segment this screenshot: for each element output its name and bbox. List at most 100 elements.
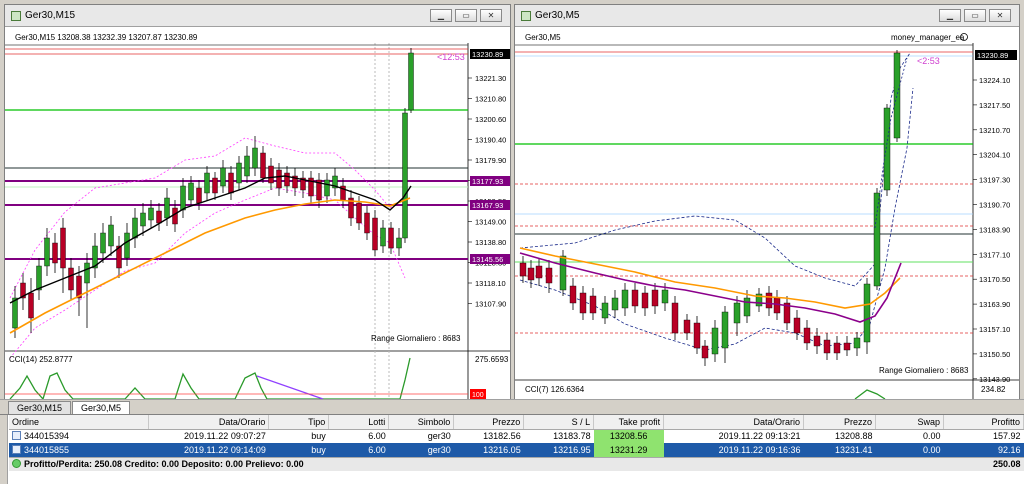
bear-candle xyxy=(28,292,34,319)
bear-candle xyxy=(765,292,773,309)
table-row[interactable]: 344015855 2019.11.22 09:14:09 buy 6.00 g… xyxy=(9,443,1024,457)
bull-candle xyxy=(733,302,741,324)
bear-candle xyxy=(156,210,162,224)
profit-cell: 157.92 xyxy=(992,431,1021,442)
close-button[interactable]: ✕ xyxy=(480,9,502,22)
bull-candle xyxy=(396,237,402,249)
price-tick-label: 13179.90 xyxy=(475,156,506,165)
price-tick-label: 13210.70 xyxy=(979,126,1010,135)
bear-candle xyxy=(527,267,535,281)
order-ticket: 344015855 xyxy=(24,444,70,455)
bull-candle xyxy=(893,52,901,139)
bull-candle xyxy=(252,147,258,169)
bear-candle xyxy=(773,297,781,314)
col-header-price[interactable]: Prezzo xyxy=(453,415,525,430)
bull-candle xyxy=(711,327,719,355)
bull-candle xyxy=(236,162,242,184)
bear-candle xyxy=(823,339,831,354)
minimize-button[interactable]: ▁ xyxy=(939,9,961,22)
bull-candle xyxy=(132,217,138,239)
bear-candle xyxy=(701,345,709,359)
col-header-sl[interactable]: S / L xyxy=(523,415,595,430)
swap-cell: 0.00 xyxy=(875,443,944,457)
chart-tabs: Ger30,M15 Ger30,M5 xyxy=(0,399,1024,414)
bull-candle xyxy=(36,265,42,291)
bull-candle xyxy=(863,283,871,343)
profit-cell: 92.16 xyxy=(943,443,1024,457)
bull-candle xyxy=(380,227,386,247)
window-titlebar[interactable]: Ger30,M5 ▁ ▭ ✕ xyxy=(515,5,1019,27)
chart-header-label: Ger30,M5 xyxy=(525,33,561,42)
col-header-profit[interactable]: Profitto xyxy=(943,415,1024,430)
price-tick-label: 13200.60 xyxy=(475,115,506,124)
lots-cell: 6.00 xyxy=(328,443,389,457)
tab-ger30-m15[interactable]: Ger30,M15 xyxy=(8,401,72,414)
price-tick-label: 13107.90 xyxy=(475,300,506,309)
price-tick-label: 13150.50 xyxy=(979,350,1010,359)
minimize-button[interactable]: ▁ xyxy=(430,9,452,22)
chart-window-m5[interactable]: Ger30,M5 ▁ ▭ ✕ Ger30,M5 money_manager_ea… xyxy=(514,4,1020,399)
col-header-type[interactable]: Tipo xyxy=(268,415,330,430)
col-header-swap[interactable]: Swap xyxy=(875,415,944,430)
bull-candle xyxy=(220,167,226,187)
close-button[interactable]: ✕ xyxy=(989,9,1011,22)
price-tick-label: 13157.10 xyxy=(979,325,1010,334)
col-header-tp[interactable]: Take profit xyxy=(593,415,665,430)
cci-label: CCI(7) 126.6364 xyxy=(525,385,585,394)
open-time-cell: 2019.11.22 09:14:09 xyxy=(148,443,269,457)
price-tick-label: 13183.90 xyxy=(979,225,1010,234)
bear-candle xyxy=(284,172,290,187)
bull-candle xyxy=(601,302,609,319)
col-header-order[interactable]: Ordine xyxy=(9,415,150,430)
window-title: Ger30,M5 xyxy=(535,10,580,21)
summary-row: Profitto/Perdita: 250.08 Credito: 0.00 D… xyxy=(9,456,1024,471)
order-ticket: 344015394 xyxy=(24,431,70,442)
terminal-side-bar[interactable] xyxy=(0,415,8,484)
price-tick-label: 13210.80 xyxy=(475,95,506,104)
col-header-open-time[interactable]: Data/Orario xyxy=(148,415,270,430)
bull-candle xyxy=(140,212,146,227)
summary-total: 250.08 xyxy=(943,456,1024,471)
price-chart-m15[interactable]: Ger30,M15 13208.38 13232.39 13207.87 132… xyxy=(5,28,510,399)
tab-ger30-m5[interactable]: Ger30,M5 xyxy=(72,401,131,414)
chart-window-m15[interactable]: Ger30,M15 ▁ ▭ ✕ Ger30,M15 13208.38 13232… xyxy=(4,4,511,399)
price-tick-label: 13190.40 xyxy=(475,136,506,145)
order-ticket-cell: 344015855 xyxy=(9,443,149,457)
bull-candle xyxy=(204,172,210,194)
bear-candle xyxy=(569,285,577,304)
range-label: Range Giornaliero : 8683 xyxy=(879,366,969,375)
price-cell: 13182.56 xyxy=(483,431,521,442)
chart-window-icon xyxy=(11,10,21,21)
table-row[interactable]: 344015394 2019.11.22 09:07:27 buy 6.00 g… xyxy=(9,429,1024,443)
chart-window-icon xyxy=(521,10,531,21)
orders-table: Ordine Data/Orario Tipo Lotti Simbolo Pr… xyxy=(9,415,1024,471)
restore-button[interactable]: ▭ xyxy=(964,9,986,22)
bull-candle xyxy=(743,297,751,317)
bear-candle xyxy=(172,207,178,225)
cci-top-value: 234.82 xyxy=(981,385,1006,394)
price-tick-label: 13197.30 xyxy=(979,176,1010,185)
bear-candle xyxy=(579,292,587,314)
bear-candle xyxy=(519,262,527,277)
summary-text-cell: Profitto/Perdita: 250.08 Credito: 0.00 D… xyxy=(9,456,944,471)
cci-level-value: 100 xyxy=(472,392,484,399)
col-header-cur-price[interactable]: Prezzo xyxy=(803,415,877,430)
chart-header-label: Ger30,M15 13208.38 13232.39 13207.87 132… xyxy=(15,33,198,42)
price-tick-label: 13163.90 xyxy=(979,300,1010,309)
bear-candle xyxy=(671,302,679,334)
tp-cell: 13231.29 xyxy=(593,443,664,457)
symbol-cell: ger30 xyxy=(388,443,454,457)
balance-icon xyxy=(12,459,21,469)
col-header-time[interactable]: Data/Orario xyxy=(663,415,805,430)
sl-cell: 13183.78 xyxy=(553,431,591,442)
col-header-lots[interactable]: Lotti xyxy=(328,415,390,430)
price-chart-m5[interactable]: Ger30,M5 money_manager_ea <2:53 Range Gi… xyxy=(515,28,1019,399)
price-tick-label: 13217.50 xyxy=(979,101,1010,110)
bull-candle xyxy=(853,337,861,349)
window-titlebar[interactable]: Ger30,M15 ▁ ▭ ✕ xyxy=(5,5,510,27)
restore-button[interactable]: ▭ xyxy=(455,9,477,22)
current-price-label: 13230.89 xyxy=(977,51,1008,60)
bull-candle xyxy=(164,197,170,219)
col-header-symbol[interactable]: Simbolo xyxy=(388,415,455,430)
price-tick-label: 13221.30 xyxy=(475,74,506,83)
